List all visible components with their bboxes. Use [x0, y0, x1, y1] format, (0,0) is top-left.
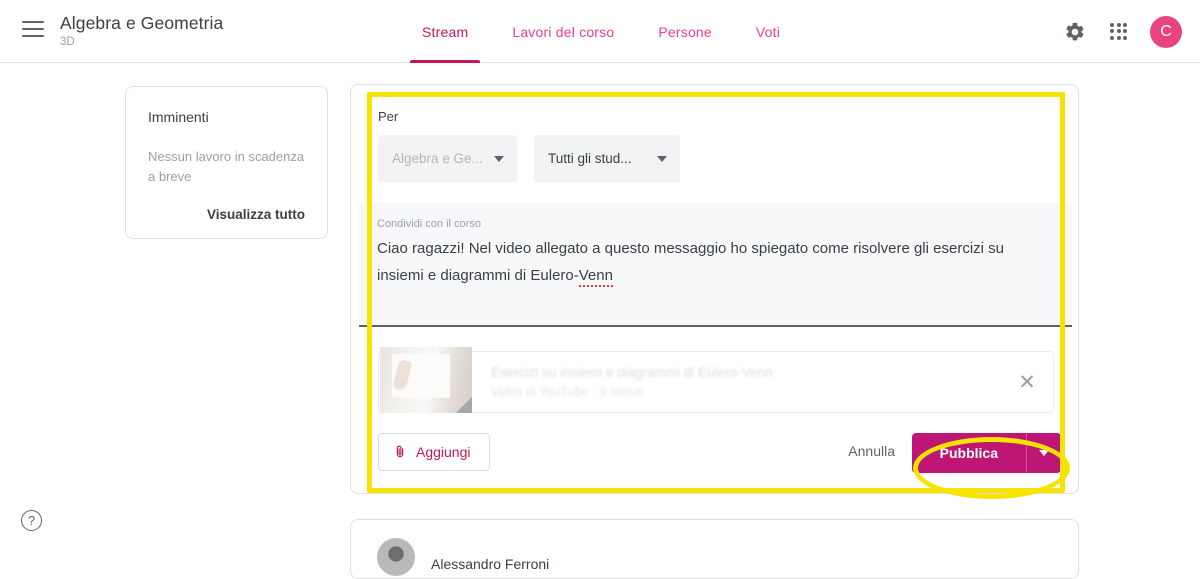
course-section-label: 3D	[60, 36, 75, 48]
grid-dot	[1123, 22, 1128, 27]
tab-people[interactable]: Persone	[636, 0, 734, 63]
page-title: Algebra e Geometria	[60, 13, 224, 33]
post-author-name: Alessandro Ferroni	[431, 556, 550, 572]
hamburger-line	[22, 28, 44, 30]
apps-grid-icon[interactable]	[1110, 22, 1128, 41]
grid-dot	[1123, 29, 1128, 34]
avatar[interactable]: C	[1150, 15, 1182, 48]
add-attachment-button[interactable]: Aggiungi	[378, 433, 490, 471]
avatar	[377, 538, 415, 576]
hamburger-line	[22, 21, 44, 23]
cancel-button[interactable]: Annulla	[848, 443, 895, 459]
chevron-down-icon	[657, 155, 667, 162]
help-circle-icon[interactable]: ?	[21, 510, 42, 531]
grid-dot	[1110, 35, 1114, 40]
main-navigation-tabs: Stream Lavori del corso Persone Voti	[400, 0, 802, 63]
add-attachment-label: Aggiungi	[416, 444, 471, 460]
grid-dot	[1116, 22, 1121, 27]
chevron-down-icon	[1039, 450, 1049, 456]
tab-stream[interactable]: Stream	[400, 0, 490, 63]
thumbnail-corner-fold	[456, 397, 472, 413]
grid-dot	[1110, 22, 1114, 27]
paperclip-icon	[393, 443, 407, 461]
stream-post-card[interactable]: Alessandro Ferroni	[350, 519, 1079, 579]
publish-options-button[interactable]	[1027, 433, 1061, 473]
close-icon[interactable]: ✕	[1007, 372, 1047, 393]
hamburger-line	[22, 35, 44, 37]
students-select-value: Tutti gli stud...	[548, 151, 632, 166]
grid-dot	[1116, 35, 1121, 40]
grid-dot	[1123, 35, 1128, 40]
tab-coursework[interactable]: Lavori del corso	[490, 0, 636, 63]
attachment-subtitle: Video di YouTube · 9 minuti	[491, 384, 644, 399]
attachment-title: Esercizi su insiemi e diagrammi di Euler…	[491, 364, 773, 380]
upcoming-card: Imminenti Nessun lavoro in scadenza a br…	[125, 86, 328, 239]
post-composer-card: Per Algebra e Ge... Tutti gli stud... Co…	[350, 84, 1079, 494]
gear-icon[interactable]	[1062, 19, 1088, 45]
upcoming-empty-text: Nessun lavoro in scadenza a breve	[148, 149, 305, 184]
misspelled-word: Venn	[578, 267, 613, 287]
hamburger-menu-icon[interactable]	[22, 21, 44, 37]
tab-grades[interactable]: Voti	[734, 0, 802, 63]
audience-selectors: Algebra e Ge... Tutti gli stud...	[378, 135, 680, 182]
attachment-info: Esercizi su insiemi e diagrammi di Euler…	[491, 363, 1007, 402]
publish-button[interactable]: Pubblica	[911, 433, 1027, 473]
message-input-label: Condividi con il corso	[377, 218, 481, 230]
top-app-bar: Algebra e Geometria 3D Stream Lavori del…	[0, 0, 1200, 63]
audience-label: Per	[378, 109, 399, 124]
course-heading: Algebra e Geometria 3D	[60, 12, 223, 50]
students-select[interactable]: Tutti gli stud...	[534, 135, 680, 182]
attachment-thumbnail	[380, 347, 472, 413]
attachment-item[interactable]: Esercizi su insiemi e diagrammi di Euler…	[378, 347, 1054, 413]
upcoming-title: Imminenti	[148, 109, 209, 125]
grid-dot	[1116, 29, 1121, 34]
view-all-link[interactable]: Visualizza tutto	[148, 207, 305, 222]
message-input[interactable]: Condividi con il corso Ciao ragazzi! Nel…	[359, 203, 1072, 327]
top-bar-actions: C	[1062, 0, 1182, 63]
message-text-body: Ciao ragazzi! Nel video allegato a quest…	[377, 240, 1004, 284]
publish-split-button: Pubblica	[911, 433, 1061, 473]
message-input-value: Ciao ragazzi! Nel video allegato a quest…	[377, 235, 1037, 289]
grid-dot	[1110, 29, 1114, 34]
composer-actions: Aggiungi Annulla Pubblica	[351, 433, 1080, 493]
course-select[interactable]: Algebra e Ge...	[378, 135, 517, 182]
course-select-value: Algebra e Ge...	[392, 151, 483, 166]
chevron-down-icon	[494, 155, 504, 162]
